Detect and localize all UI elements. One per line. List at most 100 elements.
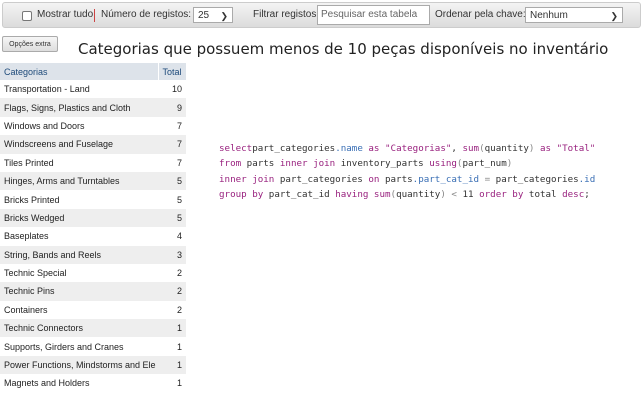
table-row: Technic Connectors 1 (0, 319, 187, 338)
category-cell: Transportation - Land (4, 84, 90, 95)
sql-token: quantity (396, 188, 441, 200)
sql-token: parts (241, 158, 280, 170)
category-cell: Technic Pins (0, 282, 158, 301)
extra-options-button[interactable]: Opções extra (2, 36, 58, 52)
table-row: Technic Pins 2 (0, 282, 187, 301)
filter-label: Filtrar registos: (253, 9, 320, 20)
sql-token: as (362, 143, 385, 154)
show-all-label[interactable]: Mostrar tudo (37, 3, 93, 27)
sql-token: select (219, 143, 253, 154)
sql-token: total (523, 188, 563, 200)
table-row: Containers 2 (0, 301, 186, 319)
sql-token: "Total" (556, 143, 596, 154)
chevron-down-icon: ❯ (220, 11, 228, 21)
sort-select[interactable]: Nenhum ❯ (525, 7, 623, 23)
sql-token: , (451, 143, 463, 154)
total-cell: 3 (158, 245, 187, 264)
sql-token: part_categories (274, 173, 369, 185)
total-cell: 5 (158, 171, 187, 191)
total-cell: 7 (177, 120, 183, 131)
sql-token: on (368, 173, 380, 185)
table-row: Bricks Wedged 5 (0, 208, 187, 228)
table-row: Windows and Doors 7 (0, 117, 186, 135)
total-cell: 2 (158, 282, 187, 301)
category-cell: Windows and Doors (4, 120, 85, 131)
table-row: Magnets and Holders 1 (0, 374, 186, 392)
table-row: Baseplates 4 (0, 227, 186, 245)
sort-label: Ordenar pela chave: (435, 9, 526, 20)
records-label: Número de registos: (101, 9, 192, 20)
category-cell: Bricks Printed (4, 194, 60, 205)
filter-input[interactable]: Pesquisar esta tabela (317, 5, 430, 25)
sql-token: quantity (484, 143, 529, 154)
sql-token: .id (578, 173, 596, 185)
sql-token: inner join (219, 173, 275, 185)
category-cell: Containers (4, 304, 48, 315)
category-cell: Supports, Girders and Cranes (4, 341, 124, 352)
column-header-categorias[interactable]: Categorias (0, 63, 159, 80)
table-row: Power Functions, Mindstorms and Ele 1 (0, 355, 187, 375)
sql-token: part_categories (252, 143, 336, 154)
total-cell: 9 (158, 98, 187, 117)
sort-value: Nenhum (530, 10, 568, 21)
sql-token: .part_cat_id (412, 173, 480, 185)
sql-query: selectpart_categories.name as "Categoria… (219, 141, 595, 202)
sql-line: from parts inner join inventory_parts us… (219, 156, 595, 171)
sql-line: inner join part_categories on parts.part… (219, 172, 595, 187)
table-row: Hinges, Arms and Turntables 5 (0, 171, 187, 191)
sql-token: part_cat_id (263, 188, 336, 200)
category-cell: Windscreens and Fuselage (0, 135, 158, 154)
table-row: Technic Special 2 (0, 264, 186, 282)
sql-token: part_categories (495, 173, 579, 185)
category-cell: Bricks Wedged (0, 208, 158, 228)
table-row: Transportation - Land 10 (0, 80, 186, 98)
results-table: Categorias Total Transportation - Land 10… (0, 63, 187, 393)
total-cell: 10 (172, 84, 183, 95)
show-all-checkbox[interactable] (22, 11, 32, 21)
sql-token: using (429, 158, 457, 170)
sql-token: order by (479, 188, 524, 200)
category-cell: Power Functions, Mindstorms and Ele (0, 355, 158, 375)
sql-token: < (445, 188, 463, 200)
sql-token: 11 (462, 188, 480, 200)
sql-token: group by (219, 188, 264, 200)
sql-token: from (219, 158, 242, 170)
sql-token: having (335, 188, 369, 200)
total-cell: 1 (177, 341, 183, 352)
total-cell: 7 (177, 157, 183, 168)
category-cell: String, Bands and Reels (0, 245, 158, 264)
table-row: Flags, Signs, Plastics and Cloth 9 (0, 98, 187, 117)
sql-token: ) (506, 158, 513, 170)
divider (94, 9, 95, 22)
sql-token: "Categorias" (385, 143, 452, 154)
category-cell: Technic Special (4, 268, 67, 279)
total-cell: 5 (158, 208, 187, 228)
category-cell: Tiles Printed (4, 157, 54, 168)
page-title: Categorias que possuem menos de 10 peças… (78, 40, 609, 58)
table-row: Tiles Printed 7 (0, 154, 186, 172)
total-cell: 1 (158, 319, 187, 338)
sql-line: selectpart_categories.name as "Categoria… (219, 141, 595, 156)
total-cell: 2 (177, 268, 183, 279)
total-cell: 1 (158, 355, 187, 375)
category-cell: Hinges, Arms and Turntables (0, 171, 158, 191)
category-cell: Magnets and Holders (4, 378, 90, 389)
sql-line: group by part_cat_id having sum(quantity… (219, 187, 595, 202)
records-select[interactable]: 25 ❯ (193, 7, 233, 23)
table-row: Windscreens and Fuselage 7 (0, 135, 187, 154)
sql-token: as (534, 143, 557, 154)
total-cell: 4 (177, 231, 183, 242)
total-cell: 7 (158, 135, 187, 154)
category-cell: Baseplates (4, 231, 49, 242)
chevron-down-icon: ❯ (610, 11, 618, 21)
total-cell: 1 (177, 378, 183, 389)
table-row: Supports, Girders and Cranes 1 (0, 337, 186, 355)
table-row: String, Bands and Reels 3 (0, 245, 187, 264)
table-row: Bricks Printed 5 (0, 190, 186, 208)
total-cell: 2 (177, 304, 183, 315)
total-cell: 5 (177, 194, 183, 205)
sql-token: sum (462, 143, 480, 154)
category-cell: Technic Connectors (0, 319, 158, 338)
column-header-total[interactable]: Total (158, 63, 187, 80)
sql-token: ; (584, 188, 590, 200)
